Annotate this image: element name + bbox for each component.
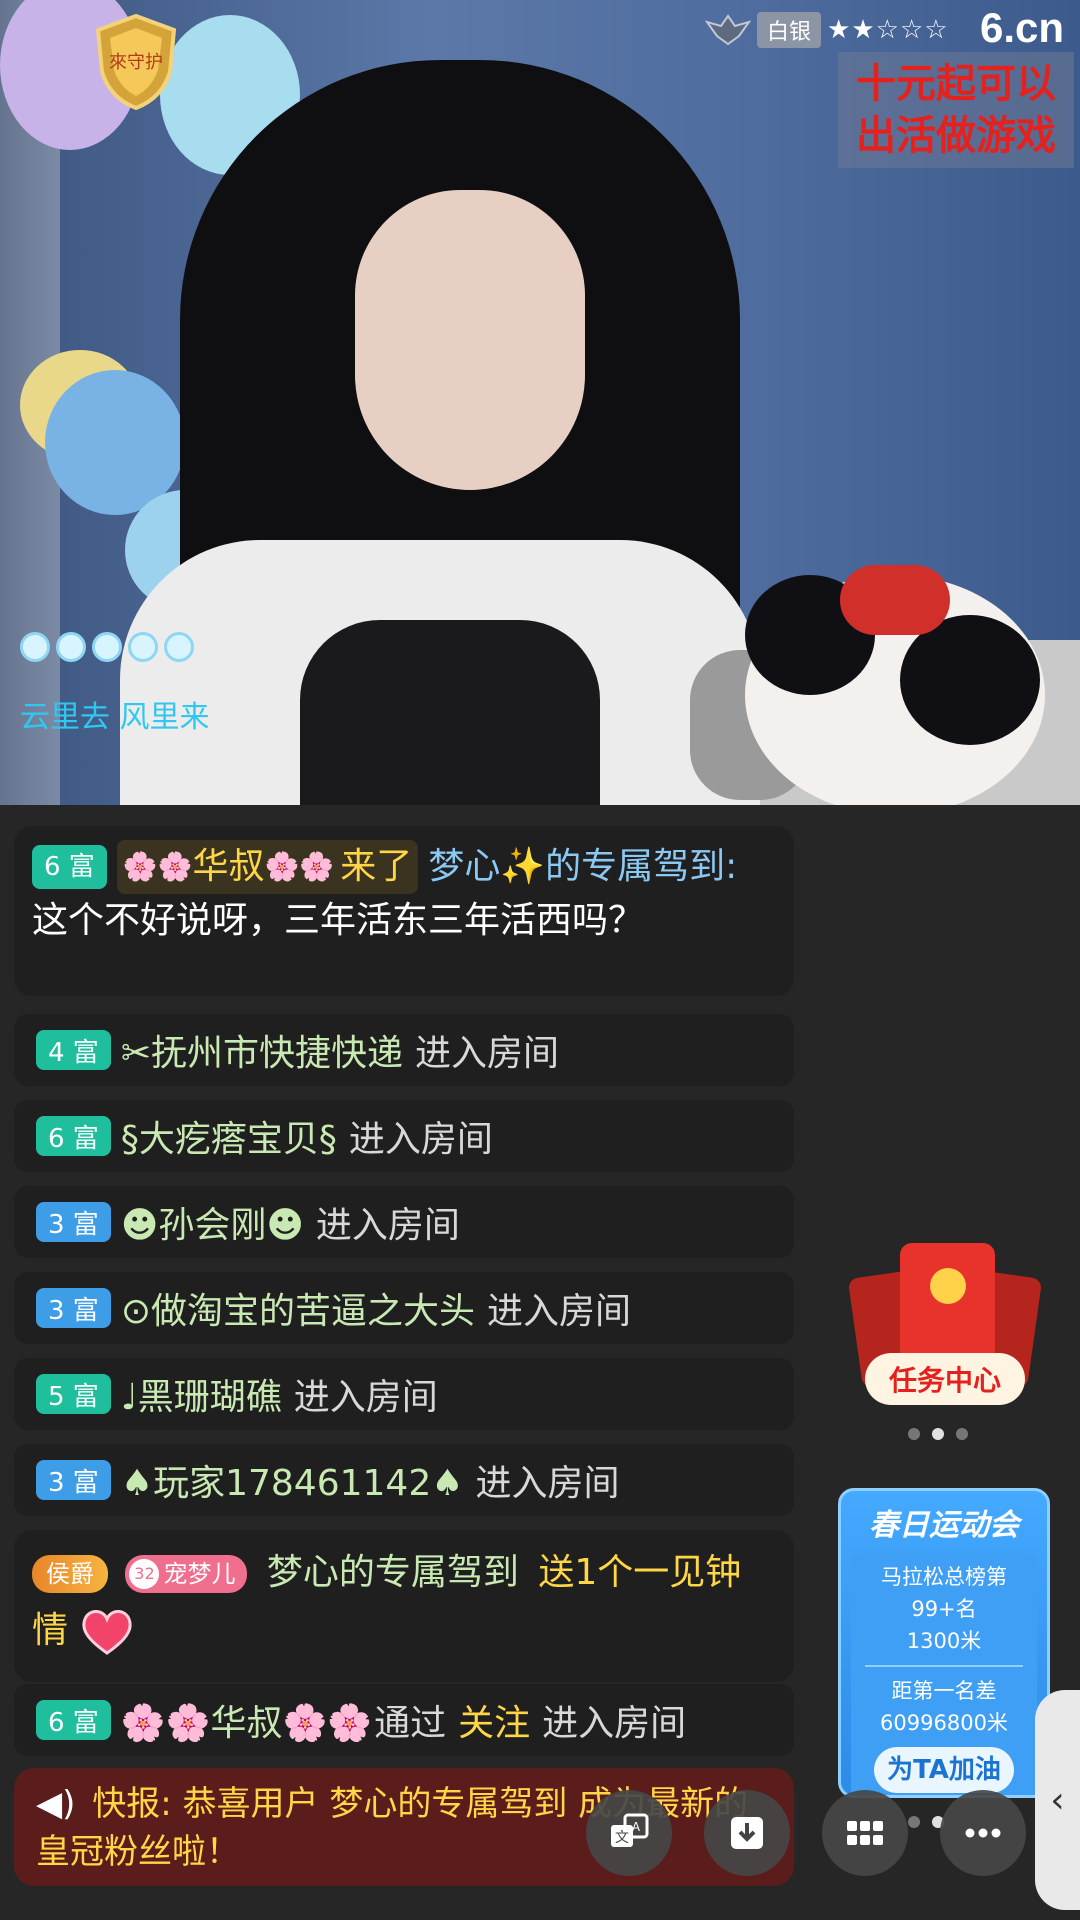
more-button[interactable] [940, 1790, 1026, 1876]
task-center-label: 任务中心 [865, 1353, 1025, 1405]
grid-icon [847, 1821, 883, 1845]
cheer-button[interactable]: 为TA加油 [874, 1747, 1014, 1793]
wealth-level-badge: 3 富 [36, 1288, 111, 1328]
enter-room-text: 进入房间 [348, 1119, 493, 1160]
chat-username[interactable]: ♩黑珊瑚礁 [121, 1368, 282, 1420]
pager-dot[interactable] [956, 1428, 968, 1440]
distance-text: 1300米 [906, 1629, 982, 1653]
apps-grid-button[interactable] [822, 1790, 908, 1876]
streamer-face [355, 190, 585, 490]
translate-icon: 文 A [611, 1813, 649, 1847]
flower-icon: 🌸🌸 [122, 850, 193, 883]
promo-line: 出活做游戏 [856, 112, 1056, 159]
sports-stats: 马拉松总榜第99+名 1300米 距第一名差 60996800米 为TA加油 [851, 1553, 1037, 1795]
chat-message[interactable]: 6 富 🌸🌸 华叔 🌸🌸 来了 梦心✨的专属驾到: 这个不好说呀，三年活东三年活… [14, 826, 794, 996]
fan-badge: 32 宠梦儿 [125, 1555, 248, 1593]
guest-name[interactable]: 华叔 [193, 840, 265, 894]
wealth-level-badge: 3 富 [36, 1460, 111, 1500]
chat-username[interactable]: 🌸🌸华叔🌸🌸 [121, 1694, 372, 1746]
chat-row-enter[interactable]: 3 富 ♠玩家178461142♠ 进入房间 [14, 1444, 794, 1516]
chat-username[interactable]: 梦心✨的专属驾到: [428, 840, 737, 894]
wealth-level-badge: 3 富 [36, 1202, 111, 1242]
chat-row-follow[interactable]: 6 富 🌸🌸华叔🌸🌸 通过 关注 进入房间 [14, 1684, 794, 1756]
pager-dot[interactable] [908, 1816, 920, 1828]
chat-text: 这个不好说呀，三年活东三年活西吗？ [32, 900, 645, 941]
pager-dot-active[interactable] [932, 1428, 944, 1440]
chat-row-enter[interactable]: 3 富 ⊙做淘宝的苦逼之大头 进入房间 [14, 1272, 794, 1344]
chat-row-enter[interactable]: 6 富 §大疙瘩宝贝§ 进入房间 [14, 1100, 794, 1172]
download-icon [731, 1817, 763, 1849]
chat-username[interactable]: §大疙瘩宝贝§ [121, 1110, 337, 1162]
news-banner[interactable]: ◀) 快报: 恭喜用户 梦心的专属驾到 成为最新的皇冠粉丝啦！ [14, 1768, 794, 1886]
svg-text:來守护: 來守护 [109, 52, 163, 73]
chat-row-enter[interactable]: 4 富 ✂抚州市快捷快递 进入房间 [14, 1014, 794, 1086]
spring-sports-card[interactable]: 春日运动会 马拉松总榜第99+名 1300米 距第一名差 60996800米 为… [838, 1488, 1050, 1798]
plush-bow [840, 565, 950, 635]
enter-room-text: 进入房间 [475, 1463, 620, 1504]
rank-text: 马拉松总榜第99+名 [881, 1565, 1007, 1621]
speaker-icon: ◀) [36, 1784, 76, 1824]
sports-pager[interactable] [908, 1816, 944, 1828]
site-logo: 6.cn [980, 4, 1065, 51]
streamer-top [300, 620, 600, 805]
gap-label: 距第一名差 [891, 1679, 997, 1703]
sports-title: 春日运动会 [869, 1508, 1019, 1543]
enter-room-text: 进入房间 [315, 1205, 460, 1246]
gap-value: 60996800米 [880, 1711, 1008, 1735]
svg-text:A: A [632, 1820, 641, 1834]
wealth-level-badge: 4 富 [36, 1030, 111, 1070]
noble-badge: 侯爵 [32, 1555, 108, 1593]
divider [865, 1665, 1023, 1667]
chat-username[interactable]: ☻孙会刚☻ [121, 1196, 304, 1248]
video-caption: 云里去 风里来 [20, 700, 210, 735]
rank-wings-icon [705, 14, 751, 46]
more-dots-icon [965, 1828, 1001, 1838]
task-pager[interactable] [908, 1428, 968, 1440]
heart-gift-icon [82, 1610, 133, 1655]
wealth-level-badge: 6 富 [36, 1116, 111, 1156]
coin-icon [930, 1268, 966, 1304]
chat-username[interactable]: ✂抚州市快捷快递 [121, 1024, 403, 1076]
chat-username[interactable]: ♠玩家178461142♠ [121, 1454, 464, 1506]
wealth-level-badge: 5 富 [36, 1374, 111, 1414]
fan-level: 32 [129, 1559, 160, 1589]
enter-room-text: 进入房间 [293, 1377, 438, 1418]
follow-text: 关注 [458, 1703, 531, 1744]
chevron-left-icon: ‹ [1050, 1779, 1065, 1821]
promo-line: 十元起可以 [856, 60, 1056, 107]
chat-row-enter[interactable]: 3 富 ☻孙会刚☻ 进入房间 [14, 1186, 794, 1258]
pager-dot[interactable] [908, 1428, 920, 1440]
guard-shield-icon[interactable]: 來守护 [92, 12, 180, 112]
download-button[interactable] [704, 1790, 790, 1876]
rank-stars: ★★☆☆☆ [827, 15, 949, 45]
translate-button[interactable]: 文 A [586, 1790, 672, 1876]
anchor-rank[interactable]: 白银 ★★☆☆☆ [705, 12, 949, 48]
news-label: 快报: [92, 1784, 172, 1824]
decor-dots [20, 632, 194, 662]
enter-room-text: 进入房间 [414, 1033, 559, 1074]
wealth-level-badge: 6 富 [32, 845, 107, 889]
live-video[interactable]: 來守护 白银 ★★☆☆☆ 6.cn 十元起可以 出活做游戏 云里去 风里来 [0, 0, 1080, 805]
via-text: 通过 [374, 1703, 447, 1744]
arrival-text: 来了 [340, 846, 413, 887]
chat-row-enter[interactable]: 5 富 ♩黑珊瑚礁 进入房间 [14, 1358, 794, 1430]
flower-icon: 🌸🌸 [264, 850, 335, 883]
chat-gift-message[interactable]: 侯爵 32 宠梦儿 梦心的专属驾到 送1个一见钟情 [14, 1530, 794, 1682]
task-center-button[interactable]: 任务中心 [847, 1243, 1043, 1413]
enter-room-text: 进入房间 [486, 1291, 631, 1332]
rank-label: 白银 [757, 12, 822, 48]
promo-sign: 十元起可以 出活做游戏 [838, 52, 1074, 168]
svg-text:文: 文 [615, 1830, 629, 1846]
plush-ear [900, 615, 1040, 745]
fan-badge-label: 宠梦儿 [163, 1560, 236, 1588]
wealth-level-badge: 6 富 [36, 1700, 111, 1740]
chat-username[interactable]: 梦心的专属驾到 [267, 1552, 519, 1593]
side-drawer-tab[interactable]: ‹ [1035, 1690, 1080, 1910]
enter-room-text: 进入房间 [542, 1703, 687, 1744]
chat-username[interactable]: ⊙做淘宝的苦逼之大头 [121, 1282, 475, 1334]
